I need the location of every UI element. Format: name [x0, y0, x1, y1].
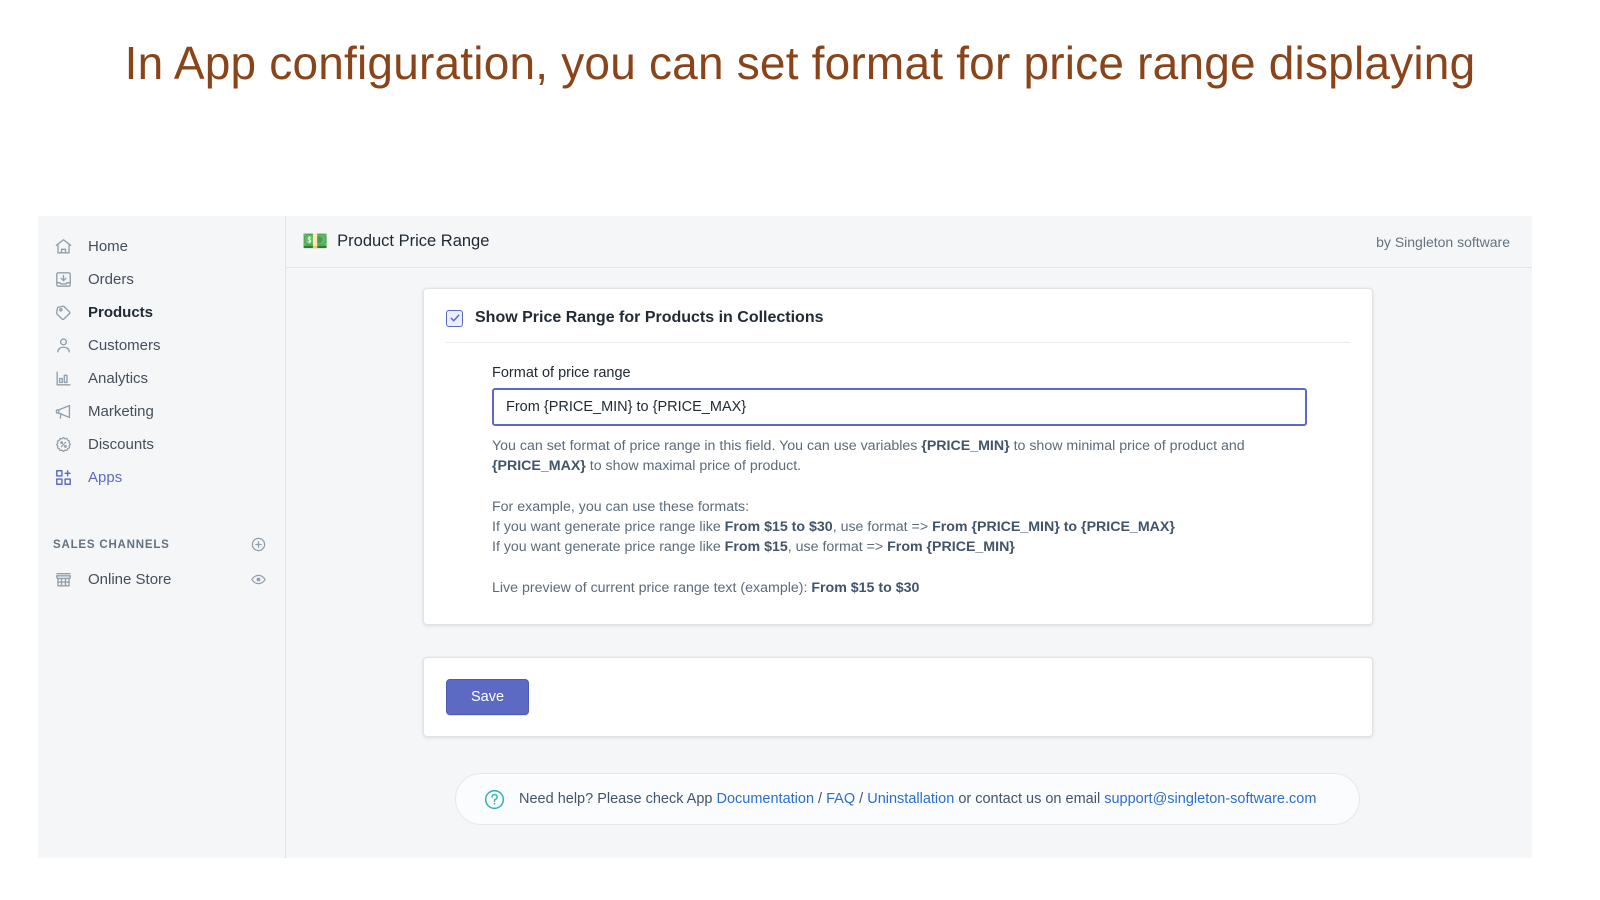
help-spacer	[492, 476, 1310, 497]
help-p1-part3: to show maximal price of product.	[586, 458, 801, 474]
help-sep-1: /	[814, 791, 826, 807]
show-price-range-checkbox[interactable]	[446, 310, 463, 327]
sidebar-item-label: Customers	[88, 337, 161, 354]
save-button[interactable]: Save	[446, 679, 529, 715]
sidebar-item-label: Discounts	[88, 436, 154, 453]
app-header: 💵 Product Price Range by Singleton softw…	[286, 216, 1532, 268]
example-line-1: If you want generate price range like Fr…	[492, 517, 1310, 537]
show-price-range-row: Show Price Range for Products in Collect…	[446, 309, 1350, 343]
help-footer-before: Need help? Please check App	[519, 791, 717, 807]
example1-mid: , use format =>	[833, 519, 932, 535]
sidebar-item-products[interactable]: Products	[38, 296, 285, 329]
sidebar-item-label: Apps	[88, 469, 122, 486]
sales-channels-section-header: SALES CHANNELS	[38, 528, 285, 561]
storefront-icon	[53, 569, 74, 590]
customers-icon	[53, 335, 74, 356]
help-p1-part1: You can set format of price range in thi…	[492, 438, 921, 454]
app-main-panel: 💵 Product Price Range by Singleton softw…	[286, 216, 1532, 858]
sidebar: Home Orders Products Customers Analytics	[38, 216, 286, 858]
help-footer: Need help? Please check App Documentatio…	[455, 773, 1360, 825]
sidebar-item-marketing[interactable]: Marketing	[38, 395, 285, 428]
money-banknote-icon: 💵	[302, 231, 328, 252]
help-p1-var1: {PRICE_MIN}	[921, 438, 1009, 454]
apps-grid-plus-icon	[53, 467, 74, 488]
plus-circle-icon[interactable]	[249, 536, 267, 554]
example1-pre: If you want generate price range like	[492, 519, 725, 535]
example1-sample: From $15 to $30	[725, 519, 833, 535]
example1-format: From {PRICE_MIN} to {PRICE_MAX}	[932, 519, 1175, 535]
live-preview-label: Live preview of current price range text…	[492, 580, 811, 596]
example-line-2: If you want generate price range like Fr…	[492, 537, 1310, 557]
sidebar-item-home[interactable]: Home	[38, 230, 285, 263]
eye-icon[interactable]	[249, 570, 267, 588]
sidebar-item-label: Online Store	[88, 571, 235, 588]
sidebar-item-discounts[interactable]: Discounts	[38, 428, 285, 461]
question-circle-icon	[482, 787, 506, 811]
sidebar-item-label: Analytics	[88, 370, 148, 387]
sidebar-item-analytics[interactable]: Analytics	[38, 362, 285, 395]
app-author: by Singleton software	[1376, 234, 1510, 250]
support-email-link[interactable]: support@singleton-software.com	[1104, 791, 1316, 807]
sidebar-item-customers[interactable]: Customers	[38, 329, 285, 362]
sidebar-item-label: Marketing	[88, 403, 154, 420]
sidebar-item-label: Orders	[88, 271, 134, 288]
sidebar-item-label: Products	[88, 304, 153, 321]
save-card: Save	[423, 657, 1373, 737]
app-window: Home Orders Products Customers Analytics	[38, 216, 1532, 858]
example2-sample: From $15	[725, 539, 788, 555]
sales-channels-label: SALES CHANNELS	[53, 539, 249, 551]
home-icon	[53, 236, 74, 257]
format-field-label: Format of price range	[492, 365, 1350, 381]
format-help-text: You can set format of price range in thi…	[492, 436, 1310, 598]
help-spacer-2	[492, 557, 1310, 578]
orders-icon	[53, 269, 74, 290]
example2-pre: If you want generate price range like	[492, 539, 725, 555]
help-sep-2: /	[855, 791, 867, 807]
live-preview-row: Live preview of current price range text…	[492, 578, 1310, 598]
examples-intro: For example, you can use these formats:	[492, 497, 1310, 517]
sidebar-item-orders[interactable]: Orders	[38, 263, 285, 296]
analytics-icon	[53, 368, 74, 389]
settings-card: Show Price Range for Products in Collect…	[423, 288, 1373, 625]
marketing-megaphone-icon	[53, 401, 74, 422]
faq-link[interactable]: FAQ	[826, 791, 855, 807]
example2-format: From {PRICE_MIN}	[887, 539, 1015, 555]
help-footer-text: Need help? Please check App Documentatio…	[519, 791, 1316, 807]
sidebar-item-online-store[interactable]: Online Store	[38, 561, 285, 597]
sidebar-item-label: Home	[88, 238, 128, 255]
documentation-link[interactable]: Documentation	[717, 791, 815, 807]
app-content: Show Price Range for Products in Collect…	[286, 268, 1532, 858]
show-price-range-label: Show Price Range for Products in Collect…	[475, 309, 824, 327]
format-of-price-range-input[interactable]	[492, 388, 1307, 426]
discounts-icon	[53, 434, 74, 455]
products-tag-icon	[53, 302, 74, 323]
uninstallation-link[interactable]: Uninstallation	[867, 791, 954, 807]
page-title: In App configuration, you can set format…	[0, 0, 1600, 92]
live-preview-value: From $15 to $30	[811, 580, 919, 596]
help-p1-part2: to show minimal price of product and	[1010, 438, 1245, 454]
example2-mid: , use format =>	[788, 539, 887, 555]
help-p1-var2: {PRICE_MAX}	[492, 458, 586, 474]
help-footer-middle: or contact us on email	[954, 791, 1104, 807]
sidebar-item-apps[interactable]: Apps	[38, 461, 285, 494]
app-title: Product Price Range	[337, 232, 1376, 251]
